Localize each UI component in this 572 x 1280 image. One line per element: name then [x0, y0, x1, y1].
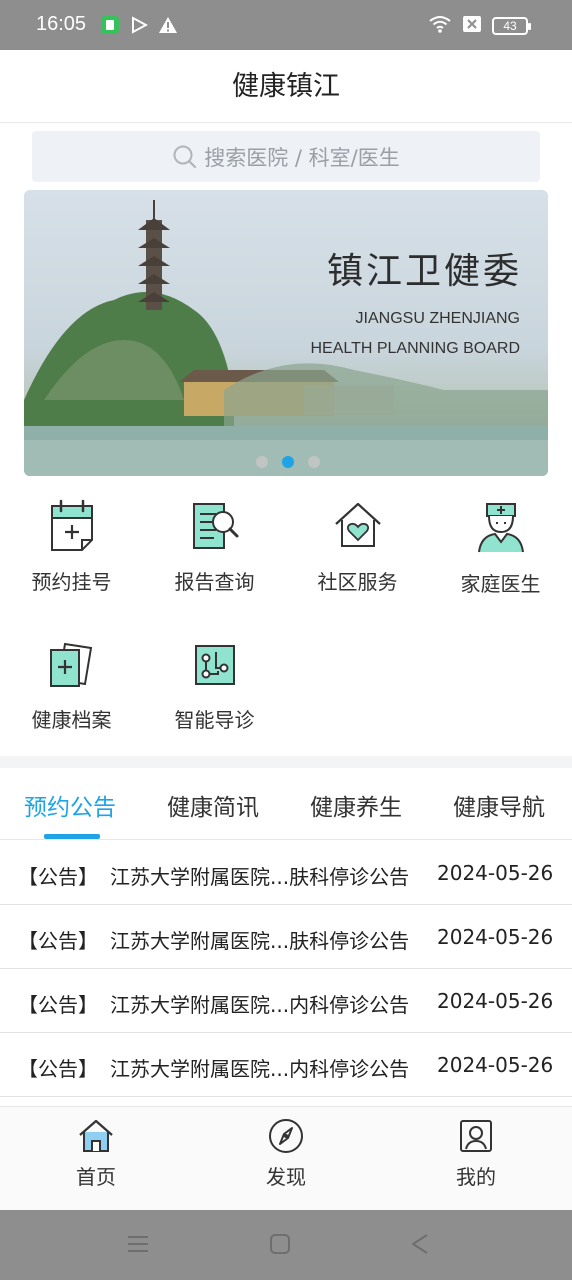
news-date: 2024-05-26	[437, 1053, 554, 1077]
battery-icon: 43	[492, 17, 531, 35]
home-icon	[79, 1119, 113, 1152]
play-icon	[130, 16, 149, 38]
status-time: 16:05	[36, 13, 87, 35]
wifi-icon	[428, 14, 452, 38]
home-button-icon[interactable]	[268, 1232, 292, 1260]
carousel-dot[interactable]	[308, 456, 320, 468]
nav-label: 发现	[266, 1165, 306, 1189]
section-divider	[0, 756, 572, 768]
news-tag: 【公告】	[18, 993, 98, 1017]
calendar-plus-icon	[50, 499, 93, 551]
nav-home[interactable]: 首页	[36, 1117, 156, 1190]
service-report[interactable]: 报告查询	[143, 498, 286, 628]
news-tag: 【公告】	[18, 929, 98, 953]
tab-health-news[interactable]: 健康简讯	[167, 788, 259, 822]
service-health-record[interactable]: 健康档案	[0, 638, 143, 768]
service-label: 预约挂号	[31, 570, 112, 594]
bottom-navigation: 首页 发现 我的	[0, 1106, 572, 1210]
app-header: 健康镇江	[0, 50, 572, 123]
news-row[interactable]: 【公告】 江苏大学附属医院...内科停诊公告 2024-05-26	[0, 969, 572, 1033]
banner-carousel[interactable]: 镇江卫健委 JIANGSU ZHENJIANG HEALTH PLANNING …	[24, 190, 548, 476]
service-label: 家庭医生	[460, 572, 541, 596]
news-title: 江苏大学附属医院...内科停诊公告	[110, 993, 410, 1017]
carousel-dot-active[interactable]	[282, 456, 294, 468]
app-notification-icon	[100, 15, 120, 39]
service-smart-guide[interactable]: 智能导诊	[143, 638, 286, 768]
news-title: 江苏大学附属医院...内科停诊公告	[110, 1057, 410, 1081]
banner-title: 镇江卫健委	[326, 251, 522, 292]
tab-health-wellness[interactable]: 健康养生	[310, 788, 402, 822]
service-label: 智能导诊	[174, 708, 255, 732]
news-row[interactable]: 【公告】 江苏大学附属医院...肤科停诊公告 2024-05-26	[0, 905, 572, 969]
warning-icon	[158, 16, 178, 38]
nav-label: 我的	[456, 1165, 496, 1189]
report-search-icon	[192, 503, 238, 549]
service-label: 报告查询	[174, 570, 255, 594]
news-date: 2024-05-26	[437, 989, 554, 1013]
nav-label: 首页	[76, 1165, 116, 1189]
page-title: 健康镇江	[232, 71, 340, 102]
news-tabs: 预约公告 健康简讯 健康养生 健康导航	[0, 768, 572, 840]
service-appointment[interactable]: 预约挂号	[0, 498, 143, 628]
news-tag: 【公告】	[18, 1057, 98, 1081]
active-tab-indicator	[44, 834, 100, 839]
news-row[interactable]: 【公告】 江苏大学附属医院...内科停诊公告 2024-05-26	[0, 1033, 572, 1097]
tab-health-navigation[interactable]: 健康导航	[453, 788, 545, 822]
system-navigation-bar	[0, 1210, 572, 1280]
compass-icon	[269, 1119, 303, 1153]
status-bar: 16:05 43	[0, 0, 572, 50]
carousel-dot[interactable]	[256, 456, 268, 468]
tab-appointment-notice[interactable]: 预约公告	[24, 788, 116, 822]
search-icon	[173, 145, 197, 168]
doctor-icon	[477, 503, 524, 553]
service-label: 健康档案	[31, 708, 112, 732]
health-record-icon	[49, 642, 92, 687]
profile-icon	[460, 1120, 492, 1152]
search-bar[interactable]: 搜索医院 / 科室/医生	[32, 131, 540, 182]
banner-subtitle-line1: JIANGSU ZHENJIANG	[355, 310, 520, 327]
smart-guide-icon	[194, 645, 235, 685]
service-family-doctor[interactable]: 家庭医生	[429, 498, 572, 628]
nav-mine[interactable]: 我的	[416, 1117, 536, 1190]
service-label: 社区服务	[317, 570, 398, 594]
carousel-indicator	[256, 456, 320, 468]
banner-subtitle-line2: HEALTH PLANNING BOARD	[310, 340, 520, 357]
no-sim-icon	[462, 15, 482, 37]
house-heart-icon	[334, 502, 381, 547]
news-title: 江苏大学附属医院...肤科停诊公告	[110, 865, 410, 889]
news-row[interactable]: 【公告】 江苏大学附属医院...肤科停诊公告 2024-05-26	[0, 841, 572, 905]
nav-discover[interactable]: 发现	[226, 1117, 346, 1190]
service-community[interactable]: 社区服务	[286, 498, 429, 628]
search-placeholder: 搜索医院 / 科室/医生	[204, 145, 400, 170]
news-tag: 【公告】	[18, 865, 98, 889]
news-title: 江苏大学附属医院...肤科停诊公告	[110, 929, 410, 953]
news-date: 2024-05-26	[437, 925, 554, 949]
menu-icon[interactable]	[126, 1232, 150, 1260]
news-date: 2024-05-26	[437, 861, 554, 885]
banner-image	[24, 200, 548, 476]
back-icon[interactable]	[408, 1232, 432, 1260]
